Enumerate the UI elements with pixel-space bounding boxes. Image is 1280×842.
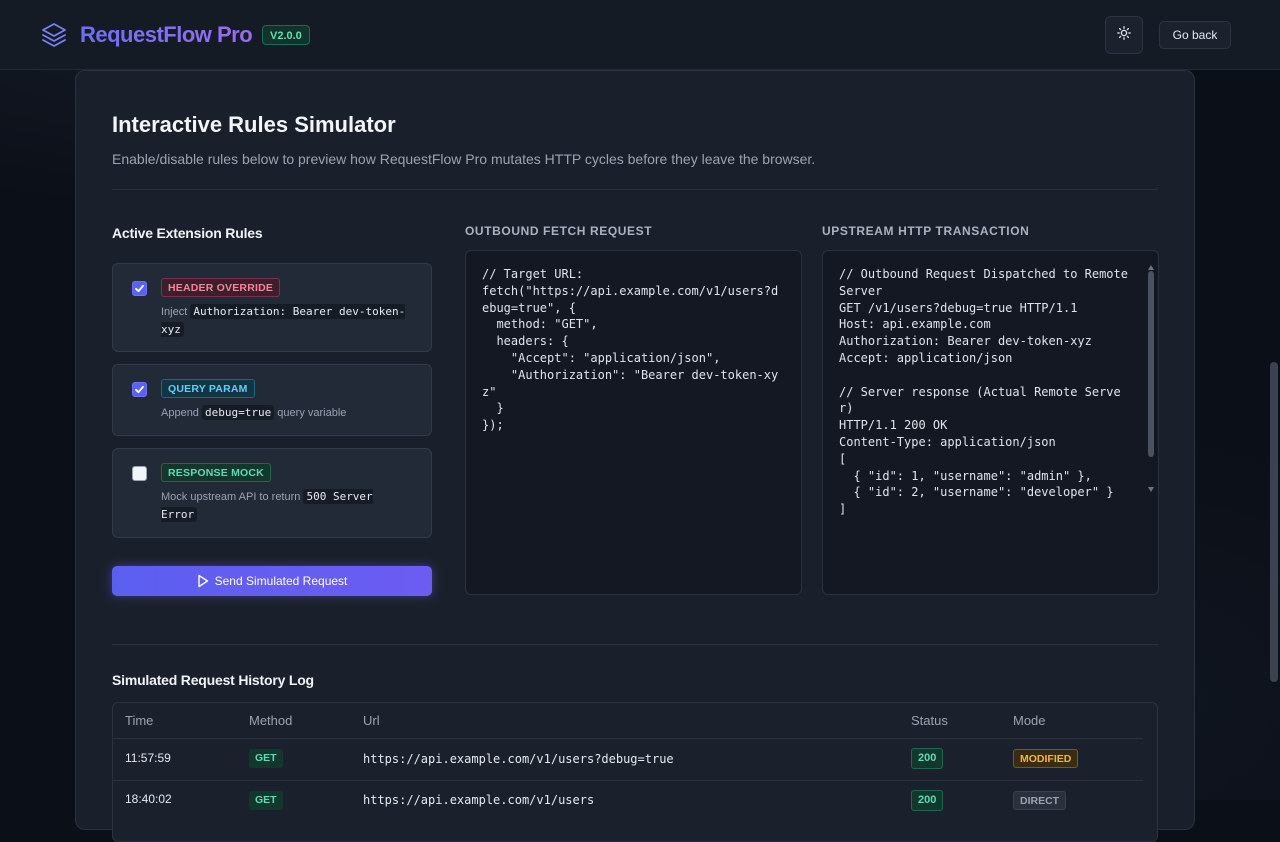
- layers-logo-icon: [40, 21, 68, 49]
- rule-checkbox-query-param[interactable]: [132, 382, 147, 397]
- sun-icon: [1117, 25, 1131, 45]
- rule-tag: RESPONSE MOCK: [161, 463, 271, 482]
- page-scrollbar-thumb[interactable]: [1270, 362, 1278, 682]
- divider: [112, 189, 1158, 190]
- column-header-mode: Mode: [1013, 713, 1046, 728]
- row-divider: [113, 738, 1143, 739]
- column-header-time: Time: [125, 713, 154, 728]
- outbound-panel-label: OUTBOUND FETCH REQUEST: [465, 224, 653, 238]
- app-name: RequestFlow Pro: [80, 22, 253, 47]
- outbound-code: // Target URL: fetch("https://api.exampl…: [482, 267, 779, 433]
- scrollbar-thumb[interactable]: [1148, 271, 1154, 457]
- rule-description: Mock upstream API to return 500 Server E…: [161, 489, 373, 522]
- rule-card-response-mock[interactable]: RESPONSE MOCK Mock upstream API to retur…: [112, 448, 432, 538]
- row-divider: [113, 780, 1143, 781]
- rule-checkbox-header-override[interactable]: [132, 281, 147, 296]
- simulator-card: Interactive Rules Simulator Enable/disab…: [75, 70, 1195, 842]
- upstream-code-panel[interactable]: // Outbound Request Dispatched to Remote…: [822, 250, 1159, 595]
- send-simulated-request-button[interactable]: Send Simulated Request: [112, 566, 432, 596]
- divider: [112, 644, 1158, 645]
- rule-tag: HEADER OVERRIDE: [161, 278, 281, 297]
- rule-card-header-override[interactable]: HEADER OVERRIDE Inject Authorization: Be…: [112, 263, 432, 352]
- method-badge: GET: [249, 749, 283, 768]
- page-subtitle: Enable/disable rules below to preview ho…: [112, 151, 816, 167]
- cell-url: https://api.example.com/v1/users?debug=t…: [363, 752, 674, 766]
- mode-badge: MODIFIED: [1013, 749, 1079, 768]
- column-header-status: Status: [911, 713, 948, 728]
- outbound-code-panel[interactable]: // Target URL: fetch("https://api.exampl…: [465, 250, 802, 595]
- theme-toggle-button[interactable]: [1105, 16, 1143, 54]
- rules-section-title: Active Extension Rules: [112, 225, 263, 241]
- rule-description: Inject Authorization: Bearer dev-token-x…: [161, 304, 406, 337]
- method-badge: GET: [249, 791, 283, 810]
- upstream-scrollbar[interactable]: [1147, 265, 1155, 495]
- column-header-url: Url: [363, 713, 380, 728]
- upstream-code: // Outbound Request Dispatched to Remote…: [839, 267, 1128, 517]
- rule-checkbox-response-mock[interactable]: [132, 466, 147, 481]
- play-icon: [197, 574, 215, 588]
- cell-time: 11:57:59: [125, 751, 171, 765]
- history-table: Time Method Url Status Mode 11:57:59 GET…: [112, 702, 1158, 842]
- go-back-button[interactable]: Go back: [1159, 21, 1231, 49]
- history-section-title: Simulated Request History Log: [112, 672, 314, 688]
- rule-card-query-param[interactable]: QUERY PARAM Append debug=true query vari…: [112, 364, 432, 436]
- upstream-panel-label: UPSTREAM HTTP TRANSACTION: [822, 224, 1030, 238]
- status-badge: 200: [911, 790, 944, 811]
- send-button-label: Send Simulated Request: [214, 574, 348, 588]
- rule-description: Append debug=true query variable: [161, 405, 347, 420]
- cell-url: https://api.example.com/v1/users: [363, 793, 595, 807]
- column-header-method: Method: [249, 713, 293, 728]
- cell-time: 18:40:02: [125, 792, 172, 806]
- mode-badge: DIRECT: [1013, 791, 1067, 810]
- page-title: Interactive Rules Simulator: [112, 112, 396, 137]
- rule-tag: QUERY PARAM: [161, 379, 255, 398]
- top-bar: RequestFlow Pro V2.0.0 Go back: [0, 0, 1280, 70]
- status-badge: 200: [911, 748, 944, 769]
- version-badge: V2.0.0: [262, 25, 310, 45]
